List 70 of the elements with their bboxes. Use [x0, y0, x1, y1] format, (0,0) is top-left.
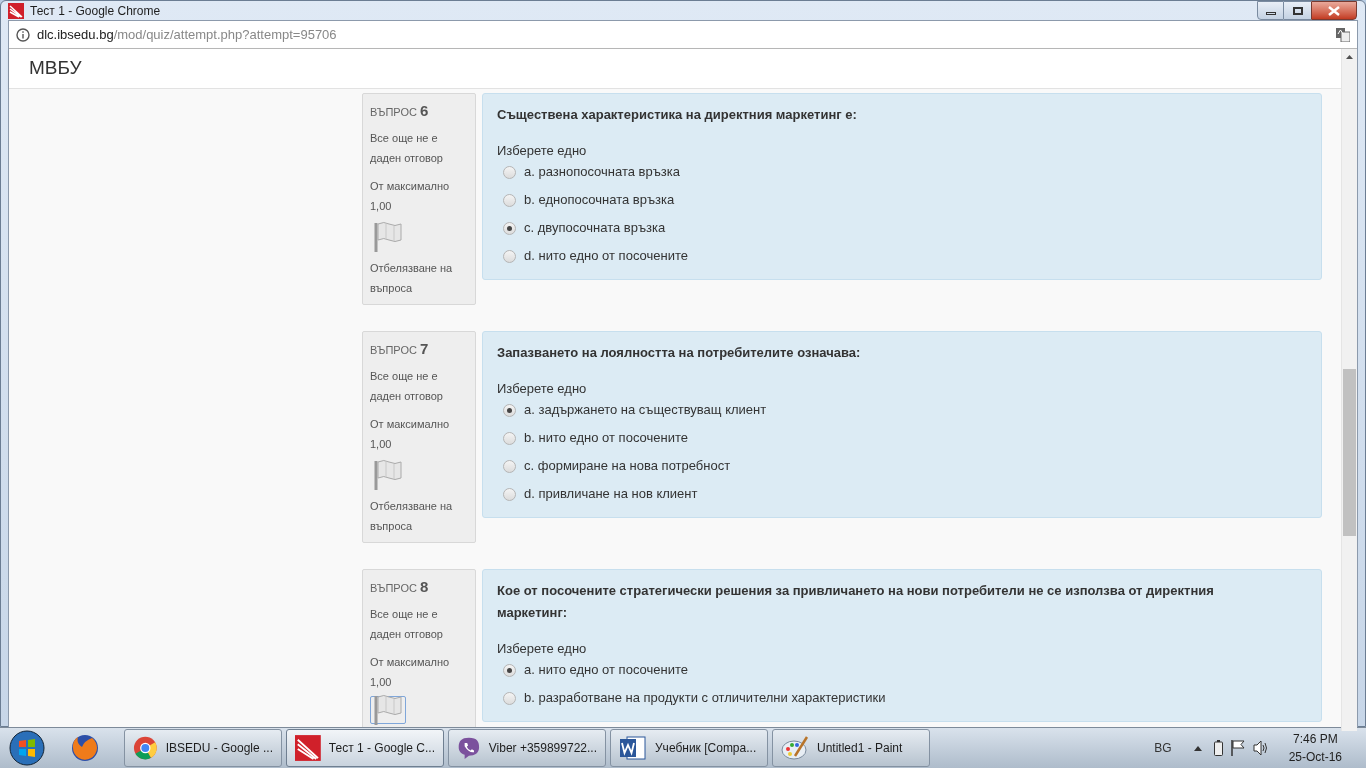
speaker-icon[interactable]: [1252, 740, 1269, 756]
taskbar-button[interactable]: Тест 1 - Google C...: [286, 729, 444, 767]
question-number: ВЪПРОС 8: [370, 577, 430, 597]
answer-option[interactable]: a. задържането на съществуващ клиент: [524, 400, 767, 420]
question-number: ВЪПРОС 6: [370, 101, 430, 121]
maximize-button[interactable]: [1284, 1, 1311, 20]
flag-icon[interactable]: [1230, 740, 1245, 756]
url-text: dlc.ibsedu.bg/mod/quiz/attempt.php?attempt=95706: [37, 25, 337, 44]
radio-button[interactable]: [503, 403, 516, 417]
answer-option[interactable]: c. формиране на нова потребност: [524, 456, 731, 476]
info-icon[interactable]: [16, 27, 30, 42]
radio-button[interactable]: [503, 165, 516, 179]
radio-button[interactable]: [503, 249, 516, 263]
scrollbar-thumb[interactable]: [1343, 369, 1356, 536]
word-document-icon: [619, 734, 647, 762]
answer-option[interactable]: b. разработване на продукти с отличителни характеристики: [524, 688, 886, 708]
answer-option[interactable]: b. еднопосочната връзка: [524, 190, 675, 210]
answer-option[interactable]: d. привличане на нов клиент: [524, 484, 698, 504]
close-button[interactable]: [1311, 1, 1357, 20]
answer-prompt: Изберете едно: [497, 640, 588, 658]
taskbar-button[interactable]: Untitled1 - Paint: [772, 729, 930, 767]
flag-icon: [374, 694, 402, 726]
flag-label[interactable]: Отбелязване на въпроса: [370, 258, 460, 298]
paint-palette-icon: [781, 734, 809, 762]
radio-button[interactable]: [503, 691, 516, 705]
start-orb-icon[interactable]: [9, 730, 45, 766]
answer-option[interactable]: d. нито едно от посочените: [524, 246, 688, 266]
radio-button[interactable]: [503, 221, 516, 235]
site-title: МВБУ: [29, 56, 82, 81]
radio-button[interactable]: [503, 459, 516, 473]
question-text: Кое от посочените стратегически решения за привличането на нови потребители не се използва от директния маркетинг:: [497, 582, 1215, 622]
translate-icon[interactable]: [1336, 27, 1350, 42]
question-mark: От максимално 1,00: [370, 655, 451, 690]
question-status: Все още не е даден отговор: [370, 607, 444, 642]
scroll-up-icon[interactable]: [1346, 55, 1353, 59]
taskbar-button[interactable]: Viber +359899722...: [448, 729, 606, 767]
close-icon: [1328, 5, 1340, 16]
question-text: Съществена характеристика на директния маркетинг е:: [497, 106, 858, 124]
scrollbar[interactable]: [1341, 49, 1357, 731]
minimize-button[interactable]: [1257, 1, 1284, 20]
radio-button[interactable]: [503, 663, 516, 677]
battery-icon[interactable]: [1213, 740, 1223, 756]
language-indicator[interactable]: BG: [1154, 739, 1172, 757]
radio-button[interactable]: [503, 487, 516, 501]
answer-option[interactable]: a. нито едно от посочените: [524, 660, 688, 680]
question-mark: От максимално 1,00: [370, 179, 451, 214]
taskbar-button[interactable]: IBSEDU - Google ...: [124, 729, 282, 767]
window-title: Тест 1 - Google Chrome: [30, 2, 161, 20]
taskbar-button[interactable]: Учебник [Compa...: [610, 729, 768, 767]
app-icon: [295, 734, 321, 762]
question-status: Все още не е даден отговор: [370, 369, 444, 404]
question-text: Запазването на лоялността на потребителите означава:: [497, 344, 862, 362]
answer-option[interactable]: a. разнопосочната връзка: [524, 162, 680, 182]
radio-button[interactable]: [503, 193, 516, 207]
answer-option[interactable]: b. нито едно от посочените: [524, 428, 688, 448]
flag-icon: [374, 221, 402, 253]
answer-option[interactable]: c. двупосочната връзка: [524, 218, 666, 238]
flag-label[interactable]: Отбелязване на въпроса: [370, 496, 460, 536]
firefox-icon[interactable]: [70, 733, 100, 763]
flag-icon: [374, 459, 402, 491]
question-mark: От максимално 1,00: [370, 417, 451, 452]
clock-date[interactable]: 25-Oct-16: [1288, 748, 1342, 766]
question-status: Все още не е даден отговор: [370, 131, 444, 166]
answer-prompt: Изберете едно: [497, 142, 588, 160]
show-hidden-icons[interactable]: [1193, 745, 1202, 751]
answer-prompt: Изберете едно: [497, 380, 588, 398]
clock-time[interactable]: 7:46 PM: [1292, 730, 1338, 748]
question-number: ВЪПРОС 7: [370, 339, 430, 359]
chrome-icon: [133, 735, 158, 761]
radio-button[interactable]: [503, 431, 516, 445]
